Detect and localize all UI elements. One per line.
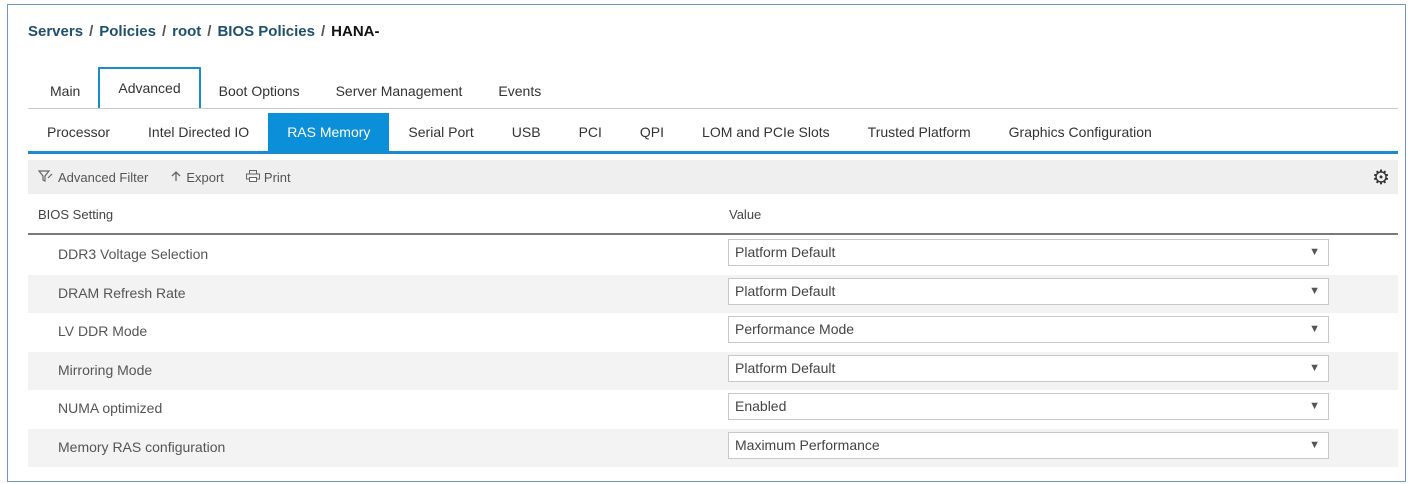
tab-main[interactable]: Main: [32, 73, 98, 109]
breadcrumb-separator: /: [89, 23, 94, 40]
breadcrumb-current: HANA-: [331, 23, 380, 40]
caret-down-icon: ▼: [1309, 246, 1320, 258]
caret-down-icon: ▼: [1309, 361, 1320, 374]
print-button[interactable]: Print: [245, 169, 291, 185]
breadcrumb-separator: /: [161, 23, 167, 40]
subtab-pci[interactable]: PCI: [560, 113, 621, 151]
top-tab-bar: Main Advanced Boot Options Server Manage…: [32, 67, 559, 109]
selected-value: Platform Default: [735, 244, 836, 260]
table-header: BIOS Setting Value: [28, 199, 1398, 235]
caret-down-icon: ▼: [1309, 323, 1320, 335]
selected-value: Maximum Performance: [735, 436, 880, 453]
selected-value: Enabled: [735, 398, 787, 414]
setting-label: DRAM Refresh Rate: [58, 284, 186, 301]
setting-label: NUMA optimized: [58, 400, 163, 416]
export-button[interactable]: Export: [170, 170, 224, 185]
value-select[interactable]: Performance Mode ▼: [728, 316, 1329, 343]
subtab-intel-directed-io[interactable]: Intel Directed IO: [129, 113, 268, 151]
caret-down-icon: ▼: [1309, 438, 1320, 451]
tab-server-management[interactable]: Server Management: [318, 73, 481, 109]
settings-table-body: DDR3 Voltage Selection Platform Default ▼…: [28, 236, 1398, 467]
subtab-serial-port[interactable]: Serial Port: [389, 113, 492, 151]
value-select[interactable]: Maximum Performance ▼: [728, 431, 1329, 459]
subtab-ras-memory[interactable]: RAS Memory: [268, 113, 390, 151]
setting-label: LV DDR Mode: [58, 323, 148, 339]
caret-down-icon: ▼: [1309, 400, 1320, 412]
advanced-filter-label: Advanced Filter: [58, 169, 149, 185]
breadcrumb-bios-policies[interactable]: BIOS Policies: [217, 23, 315, 40]
value-select[interactable]: Platform Default ▼: [728, 277, 1329, 305]
table-row: Mirroring Mode Platform Default ▼: [28, 351, 1398, 390]
bios-policy-panel: Servers / Policies / root / BIOS Policies / HANA…: [7, 4, 1406, 482]
subtab-graphics-configuration[interactable]: Graphics Configuration: [990, 113, 1171, 151]
print-label: Print: [263, 169, 291, 185]
table-row: LV DDR Mode Performance Mode ▼: [28, 313, 1398, 352]
table-row: NUMA optimized Enabled ▼: [28, 390, 1398, 429]
selected-value: Platform Default: [735, 282, 836, 299]
selected-value: Platform Default: [735, 359, 836, 376]
table-row: DDR3 Voltage Selection Platform Default ▼: [28, 236, 1398, 275]
table-toolbar: Advanced Filter Export Print ⚙: [28, 160, 1398, 194]
setting-label: DDR3 Voltage Selection: [58, 246, 209, 262]
subtab-usb[interactable]: USB: [493, 113, 560, 151]
breadcrumb-root[interactable]: root: [172, 23, 201, 40]
caret-down-icon: ▼: [1309, 284, 1320, 297]
export-arrow-icon: [170, 170, 182, 185]
filter-icon: [37, 169, 54, 185]
selected-value: Performance Mode: [735, 321, 855, 337]
tab-divider: [28, 108, 1398, 109]
printer-icon: [245, 169, 260, 185]
subtab-lom-pcie-slots[interactable]: LOM and PCIe Slots: [683, 113, 849, 151]
table-row: Memory RAS configuration Maximum Perform…: [28, 428, 1398, 467]
sub-tab-bar: Processor Intel Directed IO RAS Memory S…: [28, 113, 1171, 151]
value-select[interactable]: Platform Default ▼: [728, 354, 1329, 382]
value-select[interactable]: Platform Default ▼: [728, 239, 1329, 266]
setting-label: Memory RAS configuration: [58, 438, 226, 455]
subtab-underline: [28, 151, 1398, 154]
subtab-qpi[interactable]: QPI: [621, 113, 683, 151]
column-header-bios-setting[interactable]: BIOS Setting: [38, 207, 113, 222]
advanced-filter-button[interactable]: Advanced Filter: [37, 169, 149, 185]
gear-icon[interactable]: ⚙: [1372, 165, 1390, 190]
export-label: Export: [186, 169, 224, 185]
breadcrumb: Servers / Policies / root / BIOS Policies / HANA…: [28, 23, 380, 40]
tab-boot-options[interactable]: Boot Options: [201, 73, 318, 109]
value-select[interactable]: Enabled ▼: [728, 393, 1329, 420]
breadcrumb-policies[interactable]: Policies: [99, 23, 156, 40]
breadcrumb-separator: /: [207, 23, 212, 40]
subtab-trusted-platform[interactable]: Trusted Platform: [849, 113, 990, 151]
breadcrumb-separator: /: [321, 23, 326, 40]
breadcrumb-servers[interactable]: Servers: [28, 23, 83, 40]
tab-advanced[interactable]: Advanced: [98, 67, 201, 109]
setting-label: Mirroring Mode: [58, 361, 153, 378]
table-row: DRAM Refresh Rate Platform Default ▼: [28, 274, 1398, 313]
subtab-processor[interactable]: Processor: [28, 113, 129, 151]
column-header-value[interactable]: Value: [729, 207, 761, 222]
tab-events[interactable]: Events: [480, 73, 559, 109]
